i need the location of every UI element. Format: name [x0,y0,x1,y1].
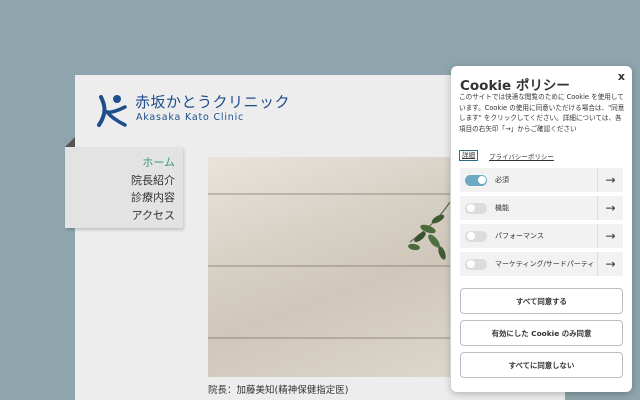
category-label: 必須 [495,176,509,184]
nav-item-home[interactable]: ホーム [65,154,183,172]
details-link[interactable]: 詳細 [459,150,478,161]
cookie-modal-title: Cookie ポリシー [460,78,570,94]
toggle-performance[interactable] [465,230,487,242]
category-label: 機能 [495,204,509,212]
cookie-category-list: 必須 → 機能 → パフォーマンス → マーケティング/サードパーティ → [460,168,623,280]
main-nav: ホーム 院長紹介 診療内容 アクセス [65,147,183,228]
arrow-right-icon[interactable]: → [597,252,623,276]
cookie-category-functional: 機能 → [460,196,623,220]
category-label: マーケティング/サードパーティ [495,260,595,268]
clinic-logo[interactable]: 赤坂かとうクリニック Akasaka Kato Clinic [95,93,290,127]
nav-corner-tab [65,137,75,147]
accept-selected-button[interactable]: 有効にした Cookie のみ同意 [460,320,623,346]
nav-item-director[interactable]: 院長紹介 [65,172,183,190]
cookie-category-required: 必須 → [460,168,623,192]
toggle-required[interactable] [465,174,487,186]
reject-all-button[interactable]: すべてに同意しない [460,352,623,378]
cookie-category-marketing: マーケティング/サードパーティ → [460,252,623,276]
arrow-right-icon[interactable]: → [597,196,623,220]
toggle-functional[interactable] [465,202,487,214]
nav-item-services[interactable]: 診療内容 [65,189,183,207]
category-label: パフォーマンス [495,232,544,240]
cookie-description: このサイトでは快適な閲覧のために Cookie を使用しています。Cookie … [459,93,625,133]
cookie-category-performance: パフォーマンス → [460,224,623,248]
accept-all-button[interactable]: すべて同意する [460,288,623,314]
plant-image [408,201,450,260]
clinic-logo-icon [97,95,127,127]
logo-title: 赤坂かとうクリニック [135,93,291,111]
close-icon[interactable]: x [618,70,625,83]
privacy-policy-link[interactable]: プライバシーポリシー [489,151,554,161]
arrow-right-icon[interactable]: → [597,168,623,192]
nav-item-access[interactable]: アクセス [65,207,183,225]
logo-subtitle: Akasaka Kato Clinic [136,112,245,123]
director-caption: 院長：加藤美知(精神保健指定医) [208,385,349,396]
hero-photo [208,157,450,377]
toggle-marketing[interactable] [465,258,487,270]
arrow-right-icon[interactable]: → [597,224,623,248]
